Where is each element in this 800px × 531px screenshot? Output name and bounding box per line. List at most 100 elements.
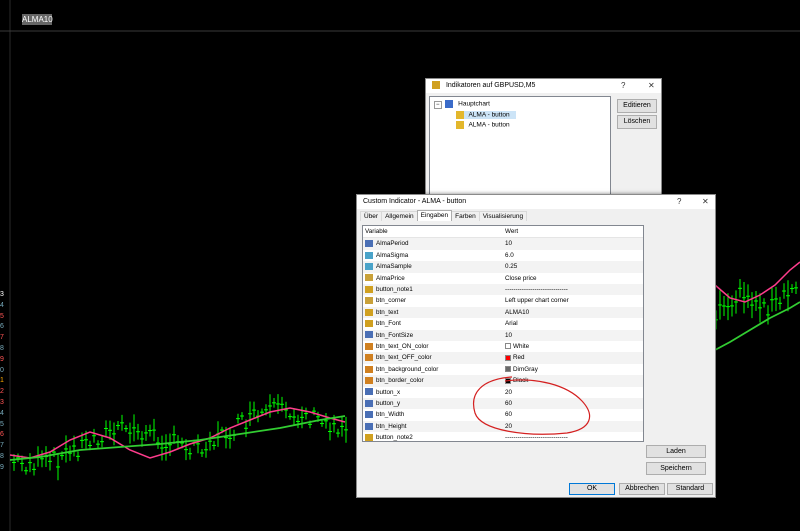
row-variable: btn_text (365, 307, 499, 318)
indicators-dialog-title: Indikatoren auf GBPUSD,M5 (445, 82, 536, 89)
row-value[interactable]: 0.25 (505, 261, 640, 272)
row-value-text: 6.0 (505, 251, 514, 259)
table-row[interactable]: btn_Font Arial (363, 318, 643, 329)
custom-dialog-titlebar[interactable]: Custom Indicator - ALMA - button ? ✕ (357, 195, 715, 209)
load-button[interactable]: Laden (646, 445, 706, 458)
double-type-icon (365, 263, 373, 271)
column-header-value[interactable]: Wert (505, 226, 640, 237)
tab-about[interactable]: Über (360, 211, 383, 221)
close-icon[interactable]: ✕ (648, 79, 655, 93)
indicator-icon (456, 111, 464, 119)
row-value-text: DimGray (513, 365, 538, 373)
table-row[interactable]: btn_text_OFF_color Red (363, 352, 643, 364)
tab-visualization[interactable]: Visualisierung (478, 211, 528, 221)
table-row[interactable]: btn_corner Left upper chart corner (363, 295, 643, 306)
edit-button[interactable]: Editieren (617, 99, 657, 113)
save-button[interactable]: Speichern (646, 462, 706, 475)
tab-colors[interactable]: Farben (451, 211, 480, 221)
table-row[interactable]: AlmaSample 0.25 (363, 261, 643, 273)
int-type-icon (365, 422, 373, 430)
row-value[interactable]: ALMA10 (505, 307, 640, 318)
row-variable-name: button_note2 (376, 434, 413, 442)
help-icon[interactable]: ? (677, 195, 681, 209)
row-variable-name: button_x (376, 388, 401, 396)
row-value[interactable]: 6.0 (505, 250, 640, 261)
alma-chart-button[interactable]: ALMA10 (22, 14, 53, 25)
indicator-tree[interactable]: − Hauptchart ALMA - button ALMA - button (429, 96, 611, 198)
row-variable-name: btn_FontSize (376, 331, 414, 339)
price-scale-label: 5 (0, 420, 4, 428)
color-swatch (505, 366, 511, 373)
row-variable: btn_text_OFF_color (365, 352, 499, 363)
close-icon[interactable]: ✕ (702, 195, 709, 209)
row-value[interactable]: Red (505, 352, 640, 363)
tree-item-label: ALMA - button (468, 121, 510, 129)
row-variable: btn_text_ON_color (365, 341, 499, 352)
row-variable: AlmaSample (365, 261, 499, 272)
price-scale-label: 4 (0, 409, 4, 417)
string-type-icon (365, 285, 373, 293)
row-variable-name: AlmaSigma (376, 251, 409, 259)
price-scale-label: 0 (0, 366, 4, 374)
cancel-button[interactable]: Abbrechen (619, 483, 665, 495)
row-variable: AlmaPeriod (365, 238, 499, 249)
row-variable-name: btn_Height (376, 422, 407, 430)
row-value[interactable]: Left upper chart corner (505, 295, 640, 306)
table-row[interactable]: button_note1 ----------------------------… (363, 284, 643, 296)
row-value[interactable]: 10 (505, 238, 640, 249)
price-scale-label: 6 (0, 431, 4, 439)
tree-root[interactable]: − Hauptchart (434, 100, 490, 109)
row-variable-name: button_note1 (376, 286, 413, 293)
ok-button[interactable]: OK (569, 483, 615, 495)
int-type-icon (365, 388, 373, 396)
row-value[interactable]: 10 (505, 330, 640, 341)
table-row[interactable]: btn_text ALMA10 (363, 306, 643, 319)
chart-window-icon (445, 100, 454, 108)
int-type-icon (365, 411, 373, 419)
color-type-icon (365, 365, 373, 373)
column-header-variable[interactable]: Variable (365, 226, 499, 237)
price-scale-label: 7 (0, 442, 4, 450)
price-scale-label: 7 (0, 334, 4, 342)
tree-item-selected[interactable]: ALMA - button (456, 111, 516, 119)
row-variable-name: btn_corner (376, 297, 407, 305)
row-variable-name: btn_Width (376, 411, 405, 419)
row-variable-name: btn_background_color (376, 365, 439, 373)
int-type-icon (365, 399, 373, 407)
row-value-text: White (513, 343, 530, 350)
row-value[interactable]: ------------------------------ (505, 284, 640, 295)
row-value-text: ------------------------------ (505, 286, 568, 293)
table-row[interactable]: AlmaPeriod 10 (363, 238, 643, 250)
tree-item[interactable]: ALMA - button (456, 121, 510, 129)
row-value[interactable]: Arial (505, 318, 640, 329)
table-row[interactable]: btn_FontSize 10 (363, 329, 643, 341)
tab-strip: Über Allgemein Eingaben Farben Visualisierun… (360, 210, 528, 223)
color-type-icon (365, 377, 373, 385)
red-annotation-circle (473, 376, 591, 435)
row-variable-name: button_y (376, 400, 401, 407)
indicators-dialog-titlebar[interactable]: Indikatoren auf GBPUSD,M5 ? ✕ (426, 79, 661, 93)
tab-general[interactable]: Allgemein (381, 211, 418, 221)
indicators-dialog: Indikatoren auf GBPUSD,M5 ? ✕ − Hauptcha… (425, 78, 662, 198)
tree-item-label: ALMA - button (468, 111, 510, 119)
collapse-icon[interactable]: − (434, 100, 442, 109)
row-value[interactable]: White (505, 341, 640, 352)
table-row[interactable]: AlmaSigma 6.0 (363, 250, 643, 261)
row-value[interactable]: Close price (505, 273, 640, 284)
indicator-icon (456, 121, 464, 129)
app-icon (432, 81, 440, 90)
default-button[interactable]: Standard (667, 483, 713, 495)
int-type-icon (365, 331, 373, 339)
help-icon[interactable]: ? (621, 79, 625, 93)
color-swatch (505, 354, 511, 361)
enum-type-icon (365, 297, 373, 305)
row-value-text: Close price (505, 274, 537, 282)
tab-inputs[interactable]: Eingaben (416, 210, 453, 221)
row-variable: btn_corner (365, 295, 499, 306)
price-scale-label: 4 (0, 301, 4, 309)
table-row[interactable]: AlmaPrice Close price (363, 273, 643, 284)
row-value-text: 10 (505, 331, 513, 339)
table-row[interactable]: btn_text_ON_color White (363, 341, 643, 352)
color-type-icon (365, 354, 373, 362)
delete-button[interactable]: Löschen (617, 115, 657, 129)
